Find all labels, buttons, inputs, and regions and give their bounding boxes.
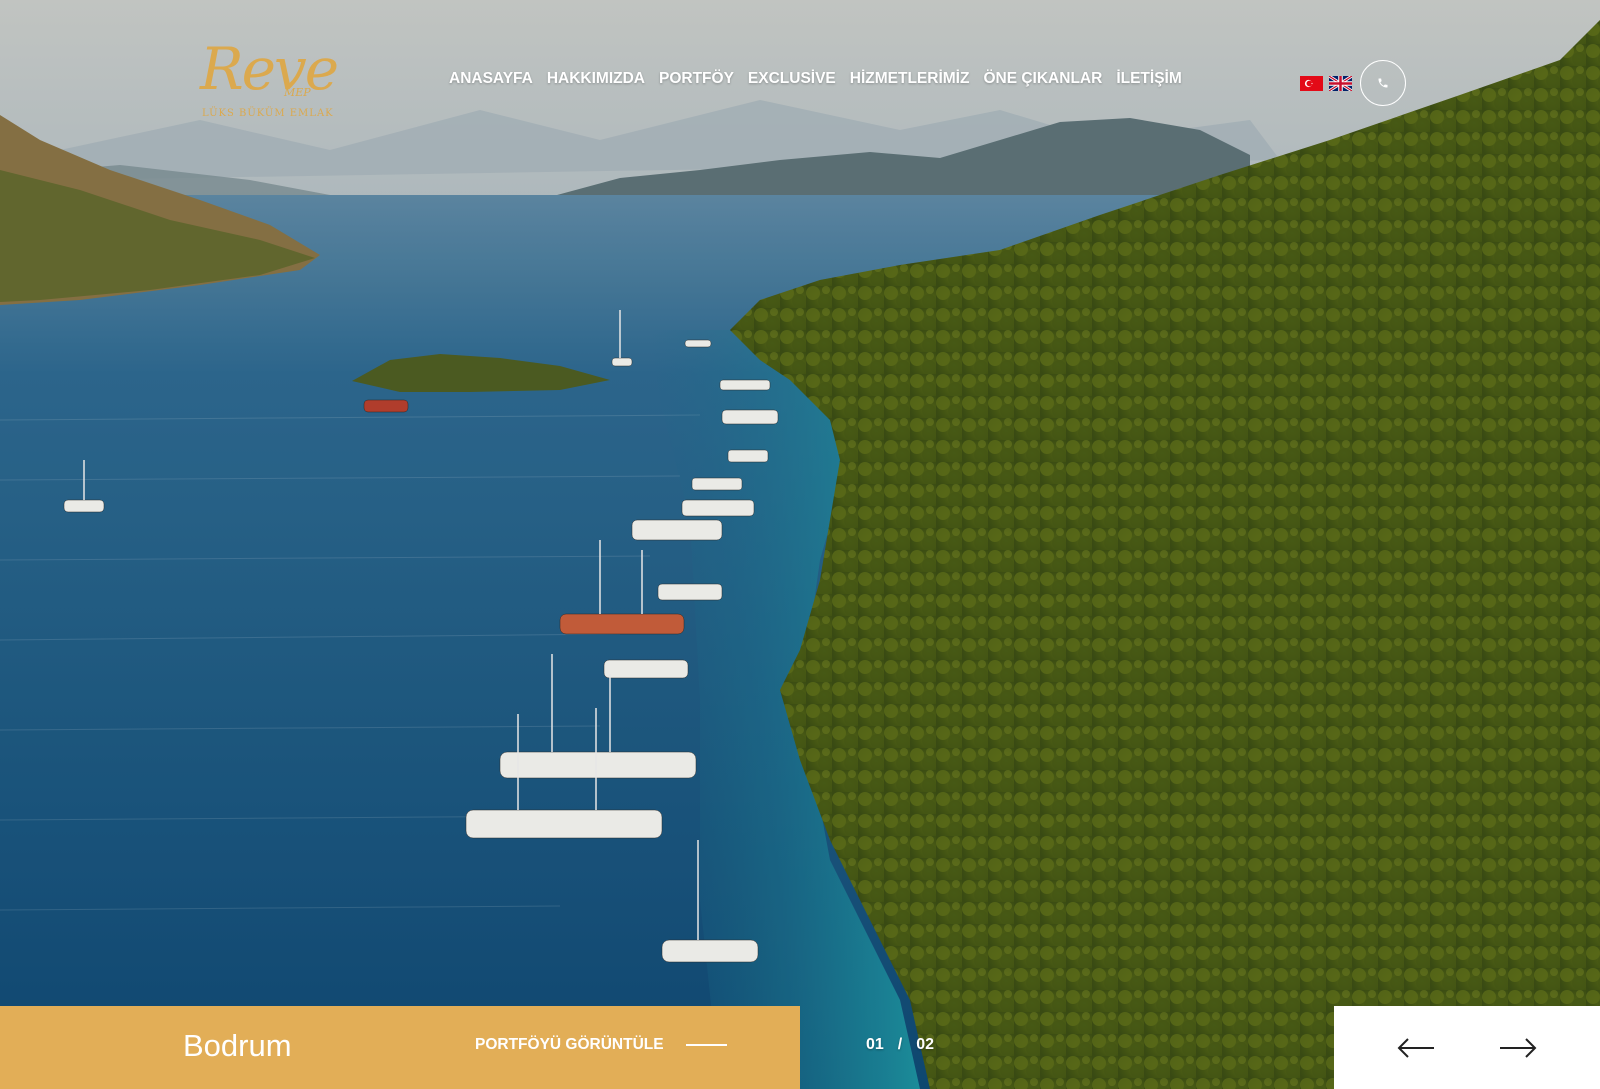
slide-current: 01 [866,1036,884,1053]
nav-item-iletisim[interactable]: İLETİŞİM [1116,70,1181,88]
nav-item-hizmetlerimiz[interactable]: HİZMETLERİMİZ [850,70,970,88]
prev-slide-button[interactable] [1396,1028,1436,1068]
arrow-right-icon [1500,1038,1537,1058]
nav-item-anasayfa[interactable]: ANASAYFA [449,70,533,88]
turkish-flag-icon[interactable] [1300,76,1323,91]
nav-item-hakkimizda[interactable]: HAKKIMIZDA [547,70,645,88]
hero-slider: Reve MEP LÜKS BÜKÜM EMLAK ANASAYFA HAKKI… [0,0,1600,1089]
phone-button[interactable] [1360,60,1406,106]
language-switcher [1300,76,1352,91]
logo-sub-text: MEP [284,86,311,99]
nav-item-portfoy[interactable]: PORTFÖY [659,70,734,88]
slide-separator: / [897,1036,903,1053]
arrow-left-icon [1397,1038,1434,1058]
next-slide-button[interactable] [1498,1028,1538,1068]
phone-icon [1378,78,1388,88]
slider-navigation [1334,1006,1600,1089]
slide-total: 02 [916,1036,935,1053]
nav-item-one-cikanlar[interactable]: ÖNE ÇIKANLAR [983,70,1102,88]
logo-tagline: LÜKS BÜKÜM EMLAK [202,108,334,119]
view-portfolio-link[interactable]: PORTFÖYÜ GÖRÜNTÜLE [475,1036,727,1054]
line-arrow-icon [685,1044,727,1046]
uk-flag-icon[interactable] [1329,76,1352,91]
logo[interactable]: Reve MEP LÜKS BÜKÜM EMLAK [200,34,340,130]
hero-background-image [0,0,1600,1089]
nav-item-exclusive[interactable]: EXCLUSİVE [748,70,836,88]
slide-caption-bar: Bodrum PORTFÖYÜ GÖRÜNTÜLE [0,1006,800,1089]
slide-title: Bodrum [183,1028,292,1063]
main-navigation: ANASAYFA HAKKIMIZDA PORTFÖY EXCLUSİVE Hİ… [449,70,1196,88]
view-portfolio-label: PORTFÖYÜ GÖRÜNTÜLE [475,1036,664,1053]
logo-script-text: Reve [200,35,339,103]
slide-counter: 01 / 02 [866,1036,934,1054]
